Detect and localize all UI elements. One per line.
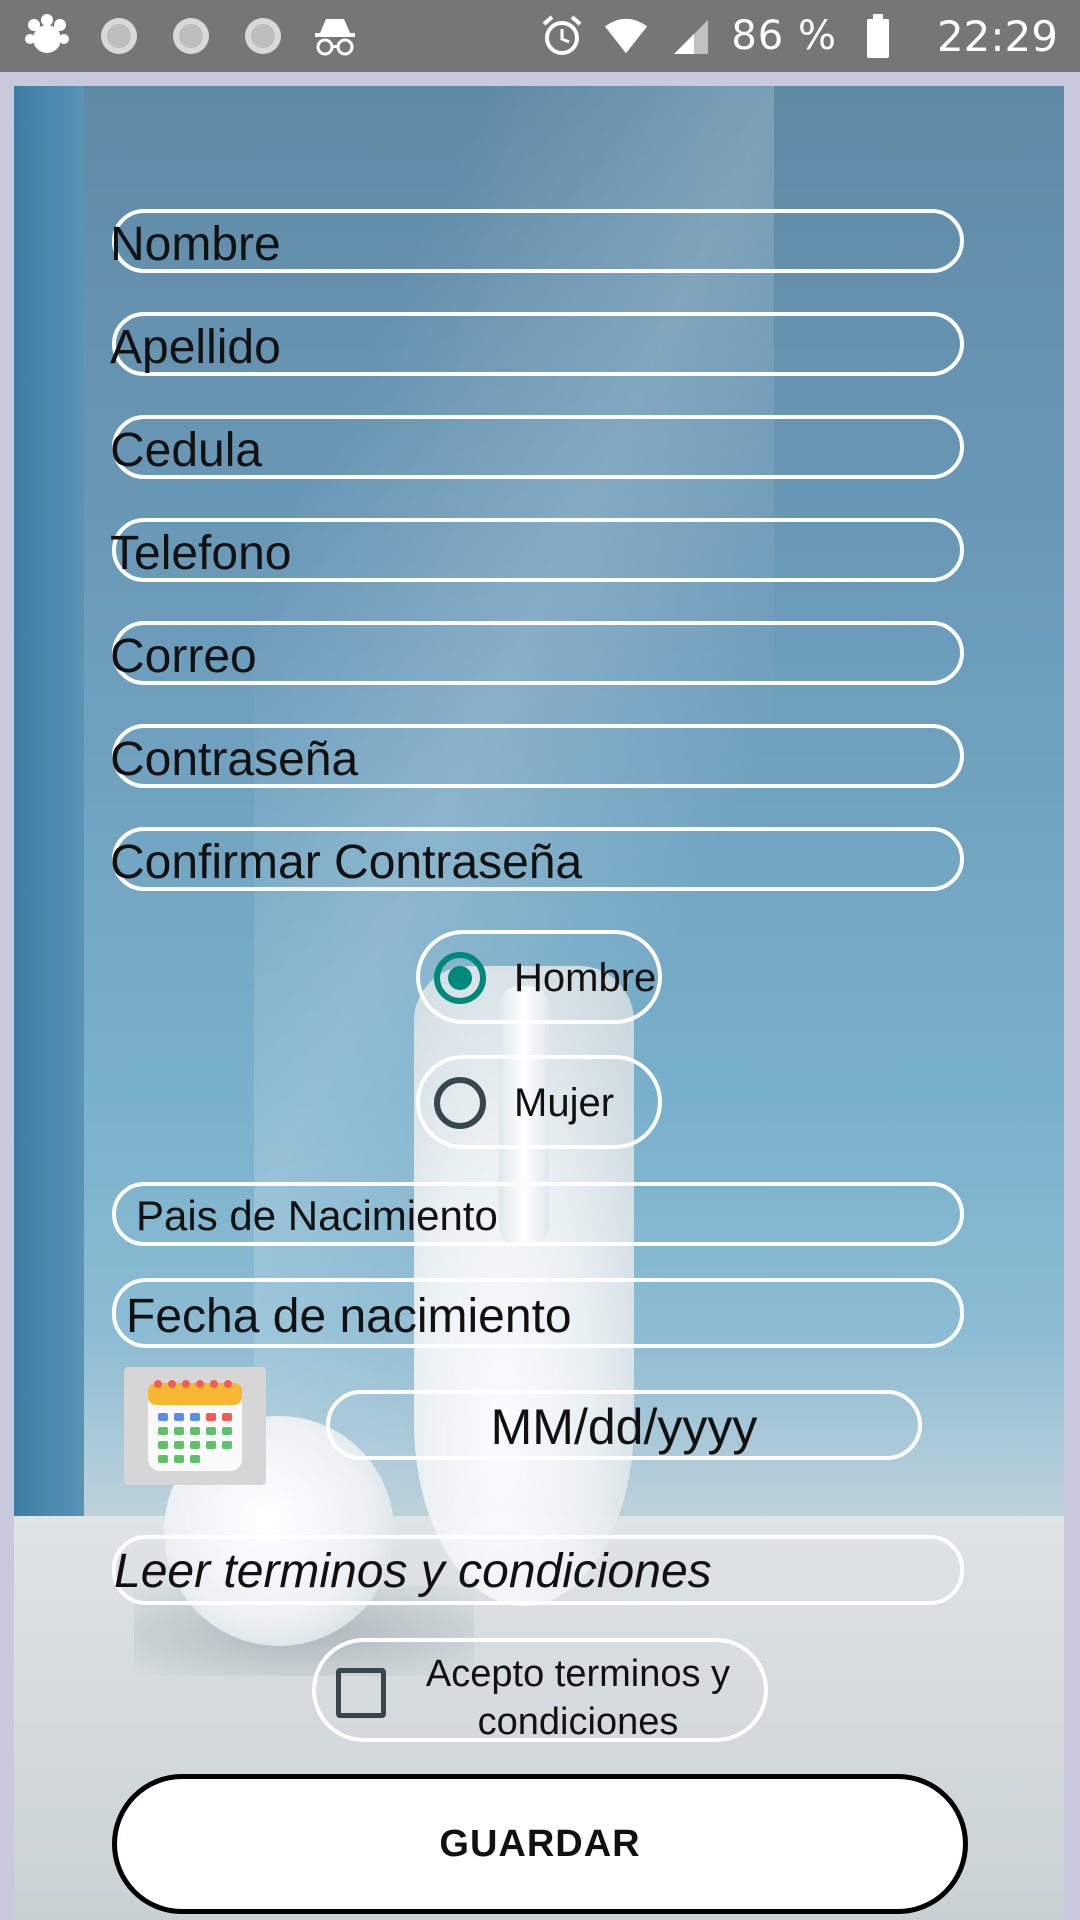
- signal-icon: [667, 13, 713, 59]
- battery-percent: 86 %: [731, 13, 837, 59]
- fecha-nacimiento-label-box: Fecha de nacimiento: [112, 1278, 964, 1348]
- acepto-label: Acepto terminos y condiciones: [398, 1650, 758, 1746]
- paw-icon: [24, 13, 70, 59]
- fecha-label: Fecha de nacimiento: [126, 1290, 572, 1343]
- terminos-link-text: Leer terminos y condiciones: [114, 1545, 712, 1598]
- acepto-label-line1: Acepto terminos y: [425, 1653, 731, 1695]
- clock: 22:29: [936, 11, 1058, 61]
- radio-hombre-label: Hombre: [514, 956, 657, 1000]
- pais-placeholder: Pais de Nacimiento: [136, 1192, 498, 1239]
- cedula-placeholder: Cedula: [110, 424, 263, 477]
- battery-icon: [855, 13, 901, 59]
- incognito-icon: [312, 13, 358, 59]
- correo-input[interactable]: Correo: [110, 621, 964, 685]
- radio-unchecked-icon: [434, 1077, 486, 1129]
- nombre-placeholder: Nombre: [110, 218, 281, 271]
- confirmar-contrasena-input[interactable]: Confirmar Contraseña: [110, 827, 964, 891]
- loading-icon: [240, 13, 286, 59]
- radio-mujer-label: Mujer: [514, 1081, 615, 1125]
- pais-nacimiento-input[interactable]: Pais de Nacimiento: [112, 1182, 964, 1246]
- contrasena-placeholder: Contraseña: [110, 733, 359, 786]
- acepto-label-line2: condiciones: [477, 1701, 679, 1743]
- background-wall-column: [14, 86, 84, 1586]
- calendar-button[interactable]: [124, 1367, 266, 1485]
- confirmar-contrasena-placeholder: Confirmar Contraseña: [110, 836, 583, 889]
- loading-icon: [96, 13, 142, 59]
- radio-mujer[interactable]: Mujer: [416, 1055, 662, 1149]
- radio-hombre[interactable]: Hombre: [416, 930, 662, 1024]
- calendar-icon: [148, 1380, 242, 1471]
- telefono-input[interactable]: Telefono: [110, 518, 964, 582]
- wifi-icon: [603, 13, 649, 59]
- contrasena-input[interactable]: Contraseña: [110, 724, 964, 788]
- telefono-placeholder: Telefono: [110, 527, 292, 580]
- cedula-input[interactable]: Cedula: [110, 415, 964, 479]
- status-bar: 86 % 22:29: [0, 0, 1080, 72]
- checkbox-unchecked-icon: [336, 1668, 386, 1718]
- apellido-placeholder: Apellido: [110, 321, 281, 374]
- correo-placeholder: Correo: [110, 630, 257, 683]
- date-placeholder: MM/dd/yyyy: [490, 1399, 758, 1455]
- acepto-terminos-checkbox[interactable]: Acepto terminos y condiciones: [312, 1638, 768, 1743]
- terminos-link[interactable]: Leer terminos y condiciones: [112, 1535, 964, 1605]
- guardar-button[interactable]: GUARDAR: [112, 1774, 968, 1914]
- alarm-icon: [539, 13, 585, 59]
- apellido-input[interactable]: Apellido: [110, 312, 964, 376]
- nombre-input[interactable]: Nombre: [110, 209, 964, 273]
- loading-icon: [168, 13, 214, 59]
- fecha-input[interactable]: MM/dd/yyyy: [326, 1390, 922, 1460]
- radio-checked-icon: [434, 952, 486, 1004]
